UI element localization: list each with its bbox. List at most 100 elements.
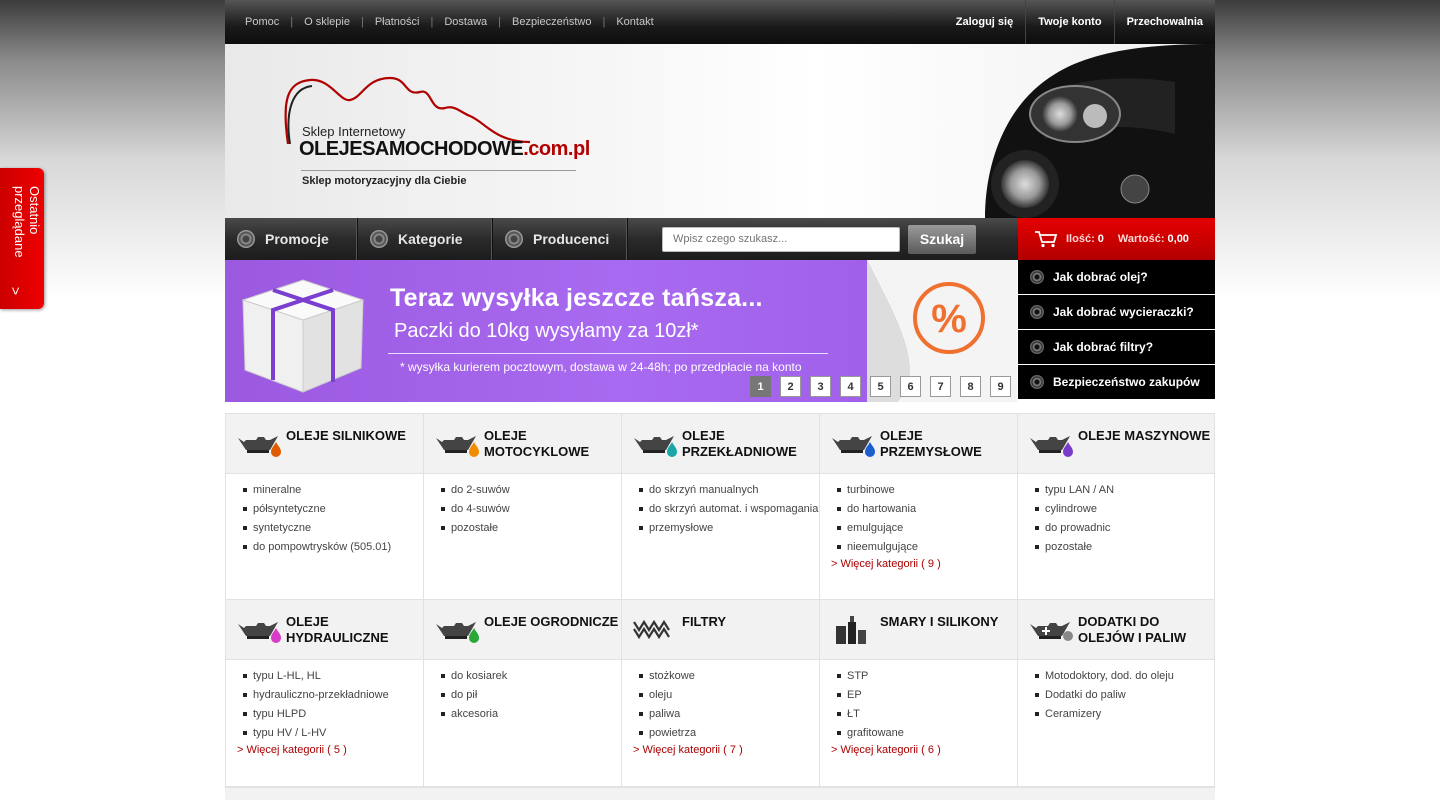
logo-brand-part-b: SAMOCHODOWE — [362, 138, 524, 160]
guide-menu-label: Jak dobrać filtry? — [1053, 340, 1154, 354]
subcategory-link[interactable]: przemysłowe — [639, 521, 819, 535]
subcategory-link[interactable]: Ceramizery — [1035, 707, 1214, 721]
top-nav-link[interactable]: Kontakt — [616, 16, 653, 28]
category-card: SMARY I SILIKONY STP EP ŁT grafitowane > Więc… — [819, 600, 1017, 787]
subcategory-link[interactable]: paliwa — [639, 707, 819, 721]
category-header[interactable]: SMARY I SILIKONY — [820, 600, 1017, 660]
pager-button[interactable]: 7 — [930, 376, 951, 397]
category-header[interactable]: OLEJE SILNIKOWE — [226, 414, 423, 474]
top-nav-link[interactable]: Dostawa — [444, 16, 487, 28]
subcategory-link[interactable]: EP — [837, 688, 1017, 702]
guide-menu-item[interactable]: Bezpieczeństwo zakupów — [1018, 365, 1215, 399]
guide-menu-item[interactable]: Jak dobrać filtry? — [1018, 330, 1215, 364]
subcategory-link[interactable]: do pił — [441, 688, 621, 702]
subcategory-link[interactable]: do skrzyń manualnych — [639, 483, 819, 497]
tab-kategorie[interactable]: Kategorie — [358, 218, 493, 260]
search-button[interactable]: Szukaj — [908, 224, 976, 254]
category-card: OLEJE MASZYNOWE typu LAN / AN cylindrowe do… — [1017, 413, 1215, 600]
category-header[interactable]: OLEJE PRZEMYSŁOWE — [820, 414, 1017, 474]
tab-promocje[interactable]: Promocje — [225, 218, 358, 260]
account-link[interactable]: Twoje konto — [1025, 0, 1113, 44]
category-header[interactable]: FILTRY — [622, 600, 819, 660]
pager-button[interactable]: 6 — [900, 376, 921, 397]
pager-button[interactable]: 5 — [870, 376, 891, 397]
logo-brand: OLEJESAMOCHODOWE.com.pl — [299, 138, 590, 161]
category-header[interactable]: DODATKI DO OLEJÓW I PALIW — [1018, 600, 1214, 660]
percent-badge: % — [931, 297, 967, 341]
pager-button[interactable]: 2 — [780, 376, 801, 397]
subcategory-link[interactable]: akcesoria — [441, 707, 621, 721]
subcategory-link[interactable]: mineralne — [243, 483, 423, 497]
pager-button[interactable]: 9 — [990, 376, 1011, 397]
subcategory-link[interactable]: emulgujące — [837, 521, 1017, 535]
subcategory-link[interactable]: typu HV / L-HV — [243, 726, 423, 740]
pager-button[interactable]: 4 — [840, 376, 861, 397]
pager-button[interactable]: 8 — [960, 376, 981, 397]
subcategory-link[interactable]: Dodatki do paliw — [1035, 688, 1214, 702]
promo-banner[interactable]: Teraz wysyłka jeszcze tańsza... Paczki d… — [225, 260, 1017, 402]
pager-button[interactable]: 1 — [750, 376, 771, 397]
grease-icon — [836, 616, 866, 644]
top-nav-link[interactable]: Bezpieczeństwo — [512, 16, 592, 28]
menu-bullet-icon — [505, 230, 523, 248]
subcategory-link[interactable]: STP — [837, 669, 1017, 683]
top-bar: Pomoc | O sklepie | Płatności | Dostawa | Bezpie… — [225, 0, 1215, 44]
subcategory-link[interactable]: Motodoktory, dod. do oleju — [1035, 669, 1214, 683]
subcategory-link[interactable]: typu LAN / AN — [1035, 483, 1214, 497]
subcategory-link[interactable]: grafitowane — [837, 726, 1017, 740]
subcategory-link[interactable]: cylindrowe — [1035, 502, 1214, 516]
subcategory-link[interactable]: pozostałe — [441, 521, 621, 535]
oil-can-icon — [436, 436, 479, 457]
account-link[interactable]: Zaloguj się — [944, 0, 1025, 44]
subcategory-link[interactable]: powietrza — [639, 726, 819, 740]
subcategory-link[interactable]: do 2-suwów — [441, 483, 621, 497]
category-header[interactable]: OLEJE HYDRAULICZNE — [226, 600, 423, 660]
tab-label: Producenci — [533, 231, 610, 247]
category-header[interactable]: OLEJE OGRODNICZE — [424, 600, 621, 660]
subcategory-link[interactable]: hydrauliczno-przekładniowe — [243, 688, 423, 702]
banner-title: Teraz wysyłka jeszcze tańsza... — [390, 284, 763, 312]
subcategory-link[interactable]: turbinowe — [837, 483, 1017, 497]
subcategory-link[interactable]: do skrzyń automat. i wspomagania — [639, 502, 819, 516]
subcategory-link[interactable]: nieemulgujące — [837, 540, 1017, 554]
guide-menu-item[interactable]: Jak dobrać olej? — [1018, 260, 1215, 294]
subcategory-link[interactable]: do hartowania — [837, 502, 1017, 516]
top-nav-link[interactable]: O sklepie — [304, 16, 350, 28]
category-header[interactable]: OLEJE PRZEKŁADNIOWE — [622, 414, 819, 474]
top-nav-link[interactable]: Pomoc — [245, 16, 279, 28]
guide-menu-item[interactable]: Jak dobrać wycieraczki? — [1018, 295, 1215, 329]
logo-subtitle: Sklep Internetowy — [302, 124, 406, 139]
recently-viewed-tab[interactable]: Ostatnio przeglądane > — [0, 168, 44, 309]
subcategory-link[interactable]: pozostałe — [1035, 540, 1214, 554]
search-input[interactable] — [662, 226, 900, 252]
more-categories-link[interactable]: > Więcej kategorii ( 7 ) — [622, 744, 819, 756]
category-title: OLEJE MASZYNOWE — [1078, 428, 1211, 443]
cart-summary[interactable]: Ilość: 0 Wartość: 0,00 — [1018, 218, 1215, 260]
category-header[interactable]: OLEJE MASZYNOWE — [1018, 414, 1214, 474]
account-link[interactable]: Przechowalnia — [1113, 0, 1215, 44]
subcategory-link[interactable]: oleju — [639, 688, 819, 702]
category-title: SMARY I SILIKONY — [880, 614, 999, 629]
oil-can-icon — [1030, 436, 1073, 457]
subcategory-link[interactable]: typu HLPD — [243, 707, 423, 721]
subcategory-link[interactable]: do pompowtrysków (505.01) — [243, 540, 423, 554]
banner-divider — [388, 353, 828, 354]
subcategory-link[interactable]: do kosiarek — [441, 669, 621, 683]
category-card: OLEJE PRZEKŁADNIOWE do skrzyń manualnych d… — [621, 413, 819, 600]
more-categories-link[interactable]: > Więcej kategorii ( 6 ) — [820, 744, 1017, 756]
subcategory-link[interactable]: do 4-suwów — [441, 502, 621, 516]
subcategory-link[interactable]: typu L-HL, HL — [243, 669, 423, 683]
subcategory-link[interactable]: ŁT — [837, 707, 1017, 721]
pager-button[interactable]: 3 — [810, 376, 831, 397]
more-categories-link[interactable]: > Więcej kategorii ( 9 ) — [820, 558, 1017, 570]
top-nav-link[interactable]: Płatności — [375, 16, 420, 28]
subcategory-link[interactable]: półsyntetyczne — [243, 502, 423, 516]
tab-producenci[interactable]: Producenci — [493, 218, 628, 260]
subcategory-list: typu L-HL, HL hydrauliczno-przekładniowe t… — [226, 660, 423, 740]
subcategory-link[interactable]: stożkowe — [639, 669, 819, 683]
subcategory-link[interactable]: do prowadnic — [1035, 521, 1214, 535]
subcategory-link[interactable]: syntetyczne — [243, 521, 423, 535]
category-header[interactable]: OLEJE MOTOCYKLOWE — [424, 414, 621, 474]
subcategory-list: do skrzyń manualnych do skrzyń automat. i… — [622, 474, 819, 535]
more-categories-link[interactable]: > Więcej kategorii ( 5 ) — [226, 744, 423, 756]
